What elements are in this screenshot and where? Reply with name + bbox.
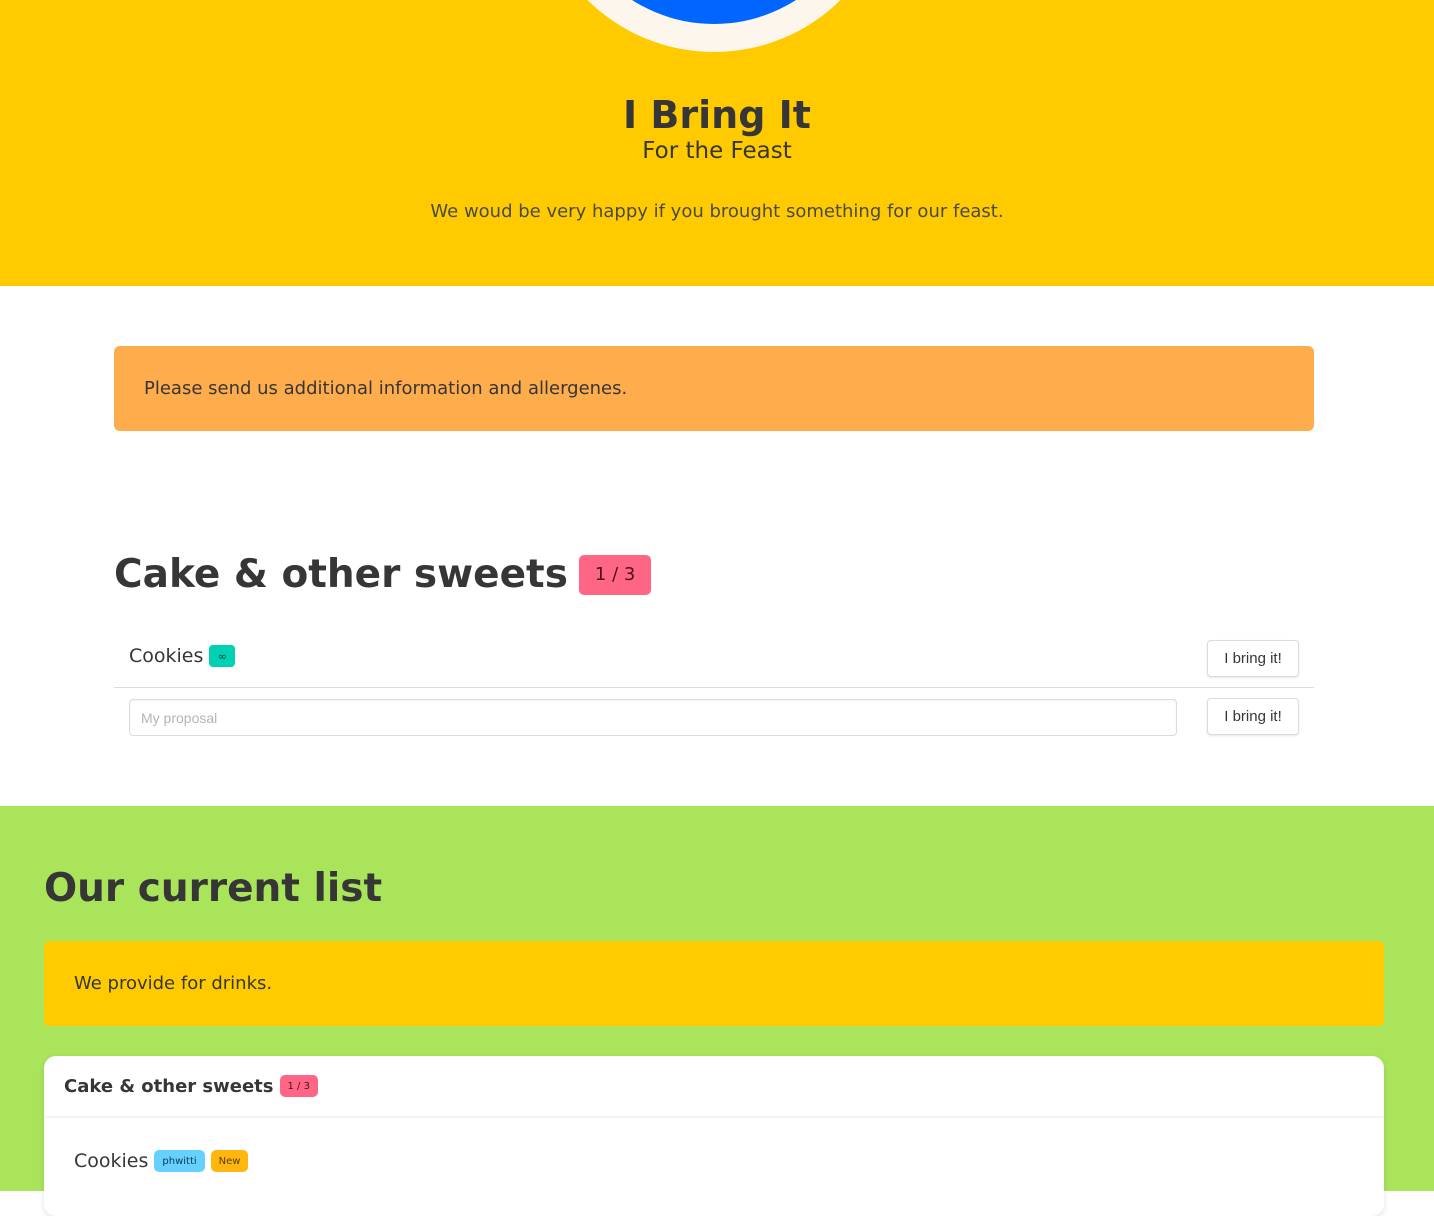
current-list-title: Our current list <box>44 866 383 911</box>
infinity-badge: ∞ <box>209 645 236 667</box>
peace-logo-icon <box>587 0 841 52</box>
allergen-notice: Please send us additional information an… <box>114 346 1314 431</box>
drinks-notice: We provide for drinks. <box>44 941 1384 1026</box>
proposal-input[interactable] <box>129 699 1177 736</box>
category-title: Cake & other sweets <box>114 552 568 597</box>
intro-text: We woud be very happy if you brought som… <box>430 201 1004 222</box>
card-header: Cake & other sweets 1 / 3 <box>44 1056 1384 1116</box>
list-item: Cookies phwitti New <box>74 1150 249 1172</box>
bring-proposal-button[interactable]: I bring it! <box>1207 698 1299 735</box>
card-title: Cake & other sweets <box>64 1075 274 1097</box>
hero-section: I Bring It For the Feast We woud be very… <box>0 0 1434 286</box>
item-name: Cookies ∞ <box>129 645 236 667</box>
item-row: Cookies ∞ <box>114 632 1314 688</box>
list-item-name: Cookies <box>74 1150 149 1172</box>
card-count-badge: 1 / 3 <box>279 1075 318 1097</box>
site-subtitle: For the Feast <box>642 138 792 164</box>
allergen-notice-text: Please send us additional information an… <box>144 378 628 399</box>
user-badge: phwitti <box>154 1150 205 1172</box>
item-name-label: Cookies <box>129 645 204 667</box>
category-count-badge: 1 / 3 <box>578 554 652 595</box>
bring-it-button[interactable]: I bring it! <box>1207 640 1299 677</box>
drinks-notice-text: We provide for drinks. <box>74 973 273 994</box>
category-card: Cake & other sweets 1 / 3 Cookies phwitt… <box>44 1056 1384 1216</box>
site-title: I Bring It <box>623 93 811 137</box>
category-heading: Cake & other sweets 1 / 3 <box>114 552 652 597</box>
status-badge: New <box>210 1150 249 1172</box>
